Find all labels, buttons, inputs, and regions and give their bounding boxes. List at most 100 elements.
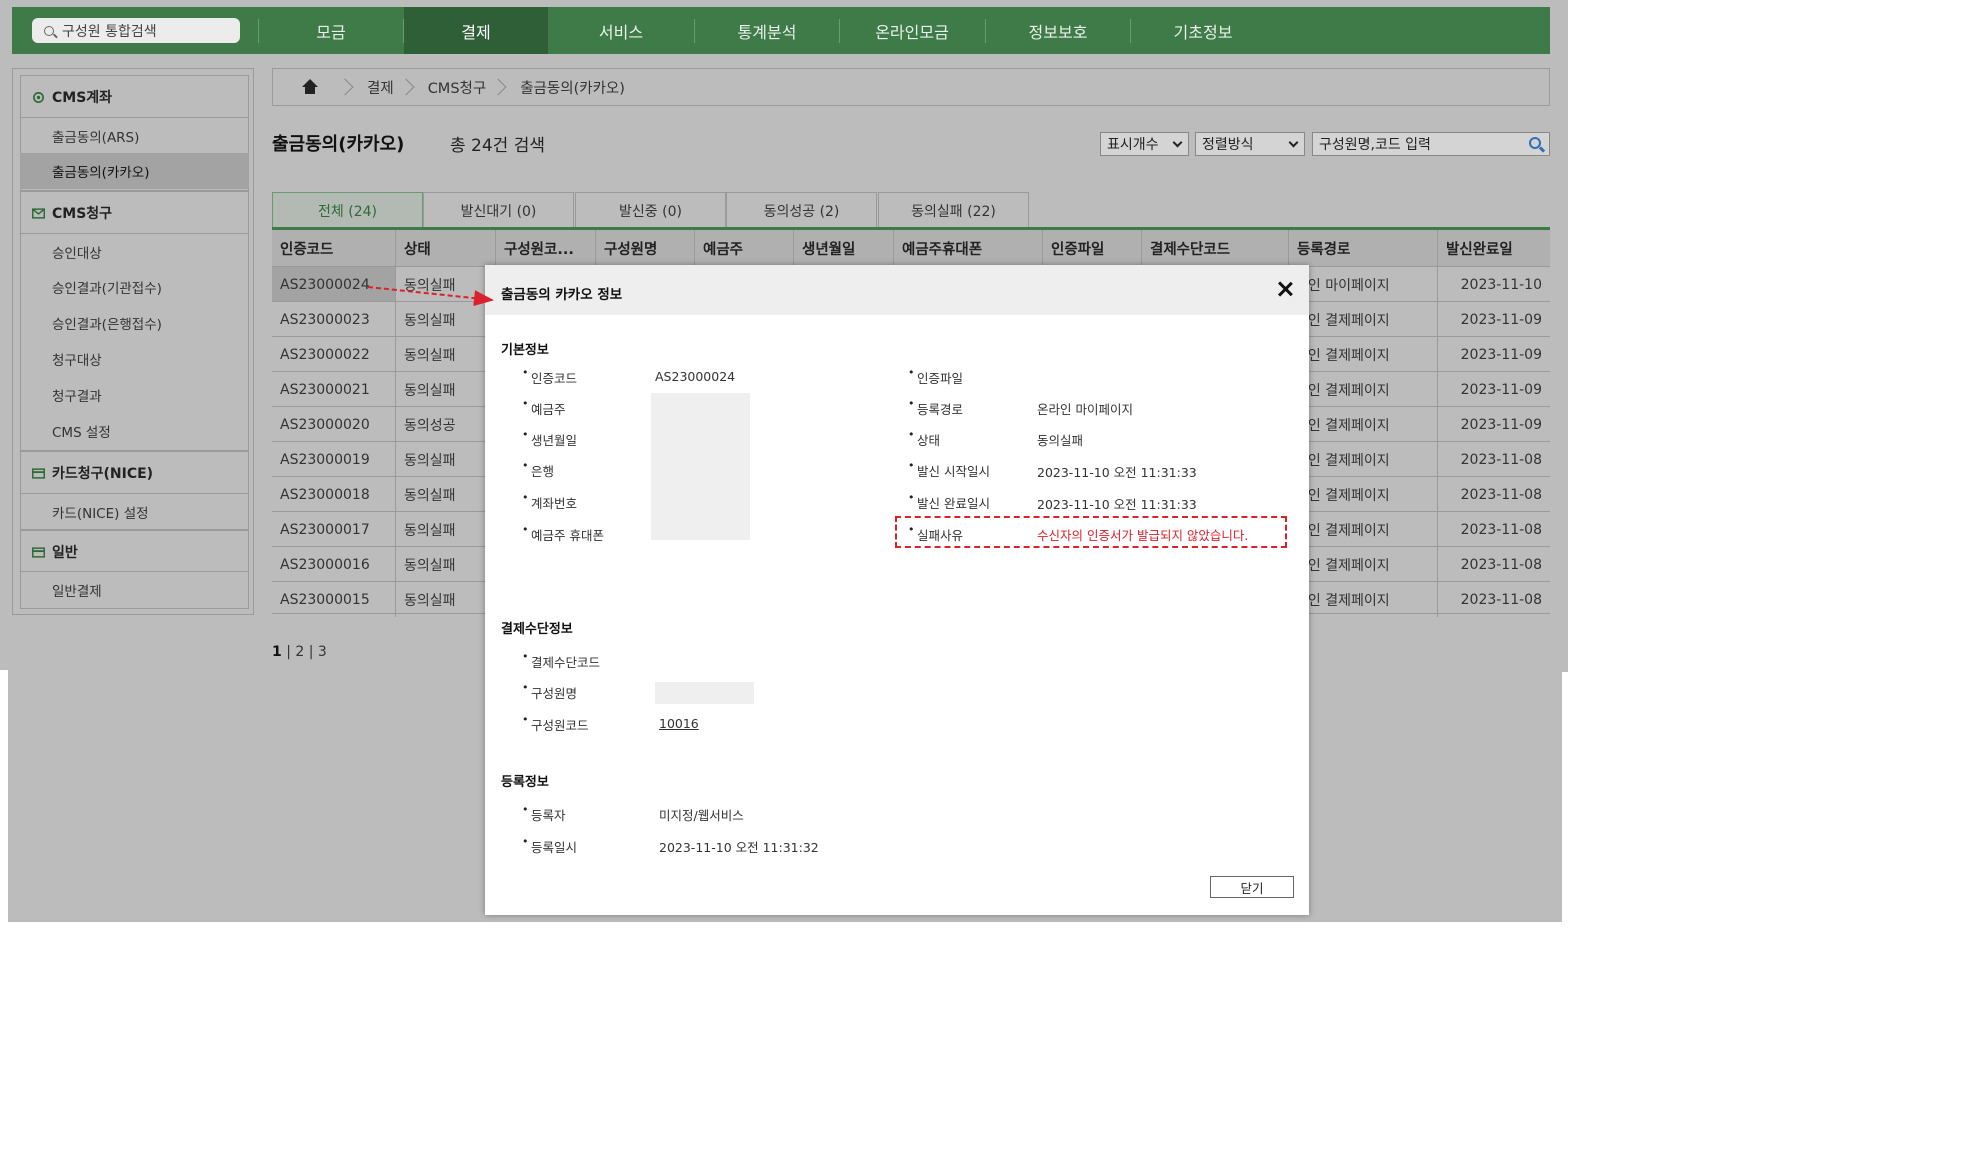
column-header[interactable]: 결제수단코드 [1142, 230, 1289, 266]
send-complete-date-cell: 2023-11-10 [1460, 276, 1542, 293]
page-edge [0, 670, 8, 922]
result-count: 총 24건 검색 [450, 136, 545, 156]
member-code-link[interactable]: 10016 [659, 716, 699, 731]
field-label: 인증파일 [908, 366, 963, 387]
field-label: 인증코드 [522, 366, 577, 387]
column-header[interactable]: 등록경로 [1289, 230, 1438, 266]
column-header[interactable]: 인증코드 [272, 230, 396, 266]
status-cell: 동의실패 [396, 442, 496, 477]
page-link[interactable]: 2 [295, 644, 304, 660]
send-start-value: 2023-11-10 오전 11:31:33 [1037, 465, 1197, 480]
field-label: 예금주 [522, 397, 565, 418]
sidebar-section-cms-account[interactable]: CMS계좌 [20, 77, 249, 117]
page-title: 출금동의(카카오) [272, 134, 405, 155]
column-header[interactable]: 상태 [396, 230, 496, 266]
column-header[interactable]: 발신완료일 [1438, 230, 1550, 266]
sidebar-item-kakao-consent[interactable]: 출금동의(카카오) [20, 153, 249, 189]
member-search-input[interactable]: 구성원명,코드 입력 [1312, 132, 1550, 156]
sidebar-section-label: 일반 [52, 545, 78, 561]
column-header[interactable]: 구성원코... [496, 230, 596, 266]
chevron-right-icon [336, 78, 354, 96]
tab-consent-success[interactable]: 동의성공 (2) [726, 192, 877, 228]
auth-code-cell: AS23000018 [272, 477, 396, 512]
global-search-input[interactable]: 구성원 통합검색 [32, 18, 240, 43]
breadcrumb: 결제 CMS청구 출금동의(카카오) [272, 68, 1550, 106]
sidebar-section-cms-billing[interactable]: CMS청구 [20, 193, 249, 233]
column-header[interactable]: 구성원명 [596, 230, 695, 266]
home-icon[interactable] [301, 79, 319, 95]
tab-all[interactable]: 전체 (24) [272, 192, 423, 228]
send-complete-date-cell: 2023-11-09 [1460, 381, 1542, 398]
sidebar-item-billing-target[interactable]: 청구대상 [20, 341, 249, 377]
page-current[interactable]: 1 [272, 644, 282, 660]
sidebar-section-label: 카드청구(NICE) [52, 466, 154, 482]
register-route-cell: 라인 결제페이지 [1289, 547, 1438, 582]
nav-item-online-donation[interactable]: 온라인모금 [840, 7, 984, 54]
tab-sending[interactable]: 발신중 (0) [575, 192, 726, 228]
register-route-cell: 라인 결제페이지 [1289, 477, 1438, 512]
status-cell: 동의실패 [396, 547, 496, 582]
nav-item-donation[interactable]: 모금 [259, 7, 403, 54]
sidebar-item-approval-result-bank[interactable]: 승인결과(은행접수) [20, 305, 249, 341]
display-count-select[interactable]: 표시개수 [1100, 132, 1189, 156]
auth-code-cell: AS23000021 [272, 372, 396, 407]
breadcrumb-item[interactable]: CMS청구 [428, 77, 487, 98]
send-complete-date-cell: 2023-11-08 [1460, 486, 1542, 503]
send-complete-date-cell: 2023-11-09 [1460, 311, 1542, 328]
auth-code-value: AS23000024 [655, 369, 736, 384]
redacted-values [651, 393, 750, 540]
envelope-icon [32, 207, 45, 219]
sidebar-item-billing-result[interactable]: 청구결과 [20, 377, 249, 413]
auth-code-cell: AS23000022 [272, 337, 396, 372]
sort-select[interactable]: 정렬방식 [1195, 132, 1305, 156]
column-header[interactable]: 인증파일 [1043, 230, 1142, 266]
status-cell: 동의실패 [396, 302, 496, 337]
sidebar-section-label: CMS계좌 [52, 90, 113, 106]
nav-item-basic-info[interactable]: 기초정보 [1131, 7, 1275, 54]
send-complete-date-cell: 2023-11-09 [1460, 346, 1542, 363]
search-icon[interactable] [1529, 137, 1541, 149]
field-label: 상태 [908, 428, 940, 449]
modal-header: 출금동의 카카오 정보 [485, 265, 1309, 315]
column-header[interactable]: 예금주 [695, 230, 794, 266]
sidebar-item-card-settings[interactable]: 카드(NICE) 설정 [20, 493, 249, 529]
tab-waiting[interactable]: 발신대기 (0) [423, 192, 574, 228]
field-label: 발신 완료일시 [908, 491, 990, 512]
nav-item-service[interactable]: 서비스 [549, 7, 693, 54]
field-label: 구성원명 [522, 681, 577, 702]
page-link[interactable]: 3 [318, 644, 327, 660]
nav-item-statistics[interactable]: 통계분석 [695, 7, 839, 54]
tab-consent-failure[interactable]: 동의실패 (22) [878, 192, 1029, 228]
sidebar-item-approval-result-agency[interactable]: 승인결과(기관접수) [20, 269, 249, 305]
failure-reason-value: 수신자의 인증서가 발급되지 않았습니다. [1037, 528, 1249, 543]
sidebar-item-cms-settings[interactable]: CMS 설정 [20, 413, 249, 449]
nav-item-payment[interactable]: 결제 [404, 7, 548, 54]
auth-code-cell: AS23000017 [272, 512, 396, 547]
sidebar-section-general[interactable]: 일반 [20, 532, 249, 572]
status-cell: 동의실패 [396, 372, 496, 407]
column-header[interactable]: 예금주휴대폰 [894, 230, 1043, 266]
breadcrumb-item[interactable]: 결제 [367, 77, 394, 98]
send-complete-date-cell: 2023-11-08 [1460, 521, 1542, 538]
sidebar-item-general-payment[interactable]: 일반결제 [20, 571, 249, 607]
close-icon[interactable] [1275, 279, 1295, 299]
chevron-right-icon [489, 78, 507, 96]
auth-code-cell: AS23000023 [272, 302, 396, 337]
field-label: 등록경로 [908, 397, 963, 418]
sidebar-section-card-billing[interactable]: 카드청구(NICE) [20, 453, 249, 493]
sidebar-item-approval-target[interactable]: 승인대상 [20, 233, 249, 269]
field-label: 생년월일 [522, 428, 577, 449]
registrant-value: 미지정/웹서비스 [659, 808, 744, 823]
nav-item-privacy[interactable]: 정보보호 [986, 7, 1130, 54]
display-count-label: 표시개수 [1107, 137, 1159, 153]
field-label: 은행 [522, 459, 554, 480]
global-search-placeholder: 구성원 통합검색 [62, 23, 157, 40]
auth-code-cell: AS23000019 [272, 442, 396, 477]
sidebar-item-ars-consent[interactable]: 출금동의(ARS) [20, 117, 249, 153]
send-complete-date-cell: 2023-11-08 [1460, 556, 1542, 573]
member-search-placeholder: 구성원명,코드 입력 [1319, 137, 1431, 153]
card-icon [32, 546, 45, 558]
kakao-consent-info-modal: 출금동의 카카오 정보 기본정보 인증코드 AS23000024 예금주 생년월… [485, 265, 1309, 915]
column-header[interactable]: 생년월일 [794, 230, 894, 266]
close-button[interactable]: 닫기 [1210, 876, 1294, 898]
